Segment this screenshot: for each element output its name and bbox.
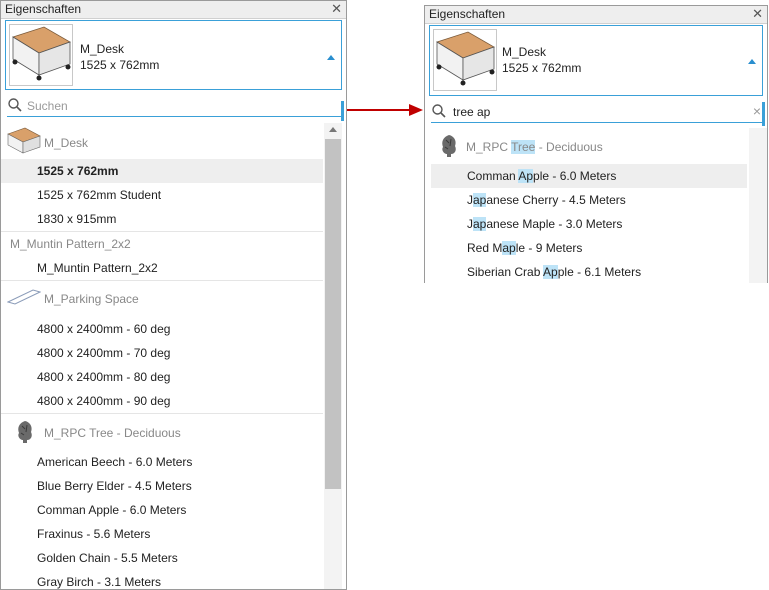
- list-item[interactable]: M_Muntin Pattern_2x2: [1, 256, 323, 280]
- type-size: 1525 x 762mm: [80, 58, 160, 72]
- match-highlight: Tree: [511, 140, 536, 154]
- panel-titlebar: Eigenschaften ✕: [1, 1, 346, 19]
- parking-space-icon: [6, 289, 42, 308]
- group-header-m-rpc-tree: M_RPC Tree - Deciduous: [1, 413, 323, 450]
- chevron-up-icon[interactable]: [327, 55, 335, 60]
- list-item[interactable]: Gray Birch - 3.1 Meters: [1, 570, 323, 589]
- list-item[interactable]: 1830 x 915mm: [1, 207, 323, 231]
- list-item[interactable]: Comman Apple - 6.0 Meters: [1, 498, 323, 522]
- group-label: M_Muntin Pattern_2x2: [10, 237, 131, 251]
- properties-panel-left: Eigenschaften ✕ M_Desk 1525 x 762mm Such…: [0, 0, 347, 590]
- scrollbar-thumb[interactable]: [325, 139, 341, 489]
- close-icon[interactable]: ✕: [331, 1, 342, 17]
- list-item[interactable]: Fraxinus - 5.6 Meters: [1, 522, 323, 546]
- filtered-list: M_RPC Tree - Deciduous Comman Apple - 6.…: [425, 128, 747, 283]
- search-icon: [432, 104, 446, 121]
- result-item-selected[interactable]: Comman Apple - 6.0 Meters: [431, 164, 747, 188]
- desk-thumbnail: [433, 29, 497, 91]
- type-size: 1525 x 762mm: [502, 61, 582, 75]
- search-input[interactable]: [27, 97, 318, 115]
- group-label: M_Desk: [44, 136, 89, 150]
- list-item[interactable]: Golden Chain - 5.5 Meters: [1, 546, 323, 570]
- result-item[interactable]: Red Maple - 9 Meters: [425, 236, 747, 260]
- match-highlight: Ap: [543, 265, 558, 279]
- list-item[interactable]: 1525 x 762mm Student: [1, 183, 323, 207]
- match-highlight: ap: [473, 193, 487, 207]
- list-item-selected[interactable]: 1525 x 762mm: [1, 159, 323, 183]
- match-highlight: Ap: [518, 169, 534, 183]
- group-label: M_RPC Tree - Deciduous: [466, 140, 603, 154]
- list-item[interactable]: American Beech - 6.0 Meters: [1, 450, 323, 474]
- match-highlight: ap: [502, 241, 516, 255]
- list-item[interactable]: 4800 x 2400mm - 90 deg: [1, 389, 323, 413]
- group-label: M_RPC Tree - Deciduous: [44, 426, 181, 440]
- group-header-m-parking-space: M_Parking Space: [1, 280, 323, 317]
- result-item[interactable]: Japanese Cherry - 4.5 Meters: [425, 188, 747, 212]
- chevron-up-icon[interactable]: [748, 59, 756, 64]
- close-icon[interactable]: ✕: [752, 6, 763, 22]
- type-selector[interactable]: M_Desk 1525 x 762mm: [429, 25, 763, 96]
- panel-titlebar: Eigenschaften ✕: [425, 6, 767, 24]
- type-name: M_Desk: [80, 42, 125, 56]
- list-scrollbar[interactable]: [324, 123, 342, 589]
- search-input[interactable]: [453, 103, 741, 121]
- properties-panel-right: Eigenschaften ✕ M_Desk 1525 x 762mm ×: [424, 5, 768, 283]
- match-highlight: ap: [473, 217, 487, 231]
- result-item[interactable]: Japanese Maple - 3.0 Meters: [425, 212, 747, 236]
- scroll-up-icon[interactable]: [329, 127, 337, 132]
- search-box: [7, 97, 342, 117]
- search-box: ×: [431, 103, 763, 123]
- tree-icon: [439, 134, 459, 161]
- group-header-m-rpc-tree: M_RPC Tree - Deciduous: [425, 128, 747, 164]
- desk-thumbnail: [9, 24, 73, 86]
- transition-arrow: [345, 100, 425, 120]
- list-item[interactable]: 4800 x 2400mm - 70 deg: [1, 341, 323, 365]
- clear-search-icon[interactable]: ×: [753, 103, 761, 119]
- type-list: M_Desk 1525 x 762mm 1525 x 762mm Student…: [1, 123, 323, 589]
- list-scroll-indicator: [762, 102, 765, 126]
- result-item[interactable]: Siberian Crab Apple - 6.1 Meters: [425, 260, 747, 283]
- group-header-m-desk: M_Desk: [1, 123, 323, 159]
- panel-title: Eigenschaften: [5, 2, 82, 16]
- type-selector[interactable]: M_Desk 1525 x 762mm: [5, 20, 342, 90]
- panel-title: Eigenschaften: [429, 7, 506, 21]
- type-name: M_Desk: [502, 45, 547, 59]
- list-item[interactable]: 4800 x 2400mm - 80 deg: [1, 365, 323, 389]
- group-header-m-muntin-pattern: M_Muntin Pattern_2x2: [1, 231, 323, 256]
- list-item[interactable]: 4800 x 2400mm - 60 deg: [1, 317, 323, 341]
- list-item[interactable]: Blue Berry Elder - 4.5 Meters: [1, 474, 323, 498]
- search-icon: [8, 98, 22, 115]
- list-scrollbar[interactable]: [749, 128, 767, 283]
- tree-icon: [15, 420, 35, 447]
- desk-icon: [7, 127, 41, 158]
- list-scroll-indicator: [341, 101, 344, 121]
- group-label: M_Parking Space: [44, 292, 139, 306]
